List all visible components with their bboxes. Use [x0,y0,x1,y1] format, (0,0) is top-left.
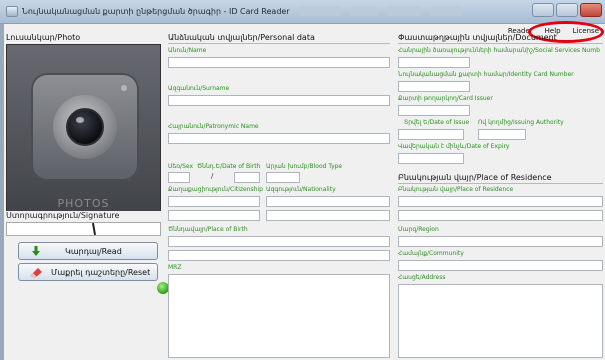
issue-date-label: Տրվել Ե/Date of Issue [404,119,470,126]
mrz-field[interactable] [168,274,390,358]
social-services-field[interactable] [398,57,470,68]
social-services-label: Հանրային ծառայությունների համարանիշ/Soci… [398,47,600,54]
download-arrow-icon [32,246,40,256]
app-icon [6,6,18,17]
divider [398,43,603,44]
card-issuer-field[interactable] [398,105,470,116]
eraser-icon [30,268,42,278]
nationality-field[interactable] [266,196,390,207]
photos-placeholder: PHOTOS [57,197,110,210]
camera-icon [31,73,139,181]
document-data-title: Փաստաթղթային տվյալներ/Document [398,33,557,42]
card-issuer-label: Քարտի թողարկող/Card Issuer [398,95,493,102]
signature-title: Ստորագրություն/Signature [6,211,161,222]
expiry-field[interactable] [398,153,464,164]
close-button[interactable] [580,3,602,17]
residence-place-label: Բնակության վայր/Place of Residence [398,186,514,193]
place-of-birth-label: Ծննդավայր/Place of Birth [168,226,248,233]
dob-label: Ծննդ.Ե/Date of Birth [197,163,261,170]
issue-date-field[interactable] [398,129,464,140]
residence-title: Բնակության վայր/Place of Residence [398,173,552,182]
expiry-label: Վավերական է մինչև/Date of Expiry [398,143,510,150]
address-field[interactable] [398,284,603,358]
blurred-tab [388,6,420,16]
divider [168,43,390,44]
patronymic-field[interactable] [168,133,390,144]
title-bar: Նույնականացման քարտի ընթերցման ծրագիր - … [0,0,605,24]
reset-button-label: Մաքրել դաշտերը/Reset [51,267,151,277]
menu-item-license[interactable]: License [573,27,599,35]
maximize-button[interactable] [556,3,578,17]
place-of-birth-field[interactable] [168,236,390,247]
region-label: Մարզ/Region [398,226,439,233]
read-button-label: Կարդալ/Read [65,246,122,256]
signature-stroke [91,222,97,236]
minimize-button[interactable] [532,3,554,17]
photo-title: Լուսանկար/Photo [6,33,81,42]
region-field[interactable] [398,236,603,247]
surname-field[interactable] [168,95,390,106]
community-label: Համայնք/Community [398,250,464,257]
window-title: Նույնականացման քարտի ընթերցման ծրագիր - … [22,7,290,16]
blood-type-label: Արյան խումբ/Blood Type [266,163,343,170]
blurred-tab [430,6,462,16]
divider [398,183,603,184]
id-number-label: Նույնականացման քարտի համար/Identity Card… [398,71,574,78]
place-of-birth-field-2[interactable] [168,250,390,261]
read-button[interactable]: Կարդալ/Read [18,242,158,260]
mrz-label: MRZ [168,264,182,271]
id-number-field[interactable] [398,81,470,92]
reset-button[interactable]: Մաքրել դաշտերը/Reset [18,263,158,281]
name-label: Անուն/Name [168,47,207,54]
community-field[interactable] [398,260,603,271]
dob-field[interactable] [234,172,260,183]
main-window: Reader Help License Լուսանկար/Photo PHOT… [4,21,605,360]
nationality-label: Ազգություն/Nationality [266,186,336,193]
sex-label: Սեռ/Sex [168,163,194,170]
sex-field[interactable] [168,172,190,183]
personal-data-title: Անձնական տվյալներ/Personal data [168,33,315,42]
citizenship-field[interactable] [168,196,260,207]
nationality-field-2[interactable] [266,210,390,221]
residence-place-field-2[interactable] [398,210,603,221]
residence-place-field[interactable] [398,196,603,207]
blurred-tab [300,6,340,16]
dob-separator: / [211,172,214,180]
photo-area: PHOTOS [6,44,161,221]
issuing-authority-field[interactable] [478,129,526,140]
surname-label: Ազգանուն/Surname [168,85,230,92]
blood-type-field[interactable] [266,172,300,183]
blurred-tab [350,6,378,16]
citizenship-label: Քաղաքացիություն/Citizenship [168,186,263,193]
citizenship-field-2[interactable] [168,210,260,221]
signature-area [6,222,161,236]
address-label: Հասցե/Address [398,274,446,281]
name-field[interactable] [168,57,390,68]
patronymic-label: Հայրանուն/Patronymic Name [168,123,259,130]
issuing-authority-label: Ով կողմից/Issuing Authority [478,119,564,126]
